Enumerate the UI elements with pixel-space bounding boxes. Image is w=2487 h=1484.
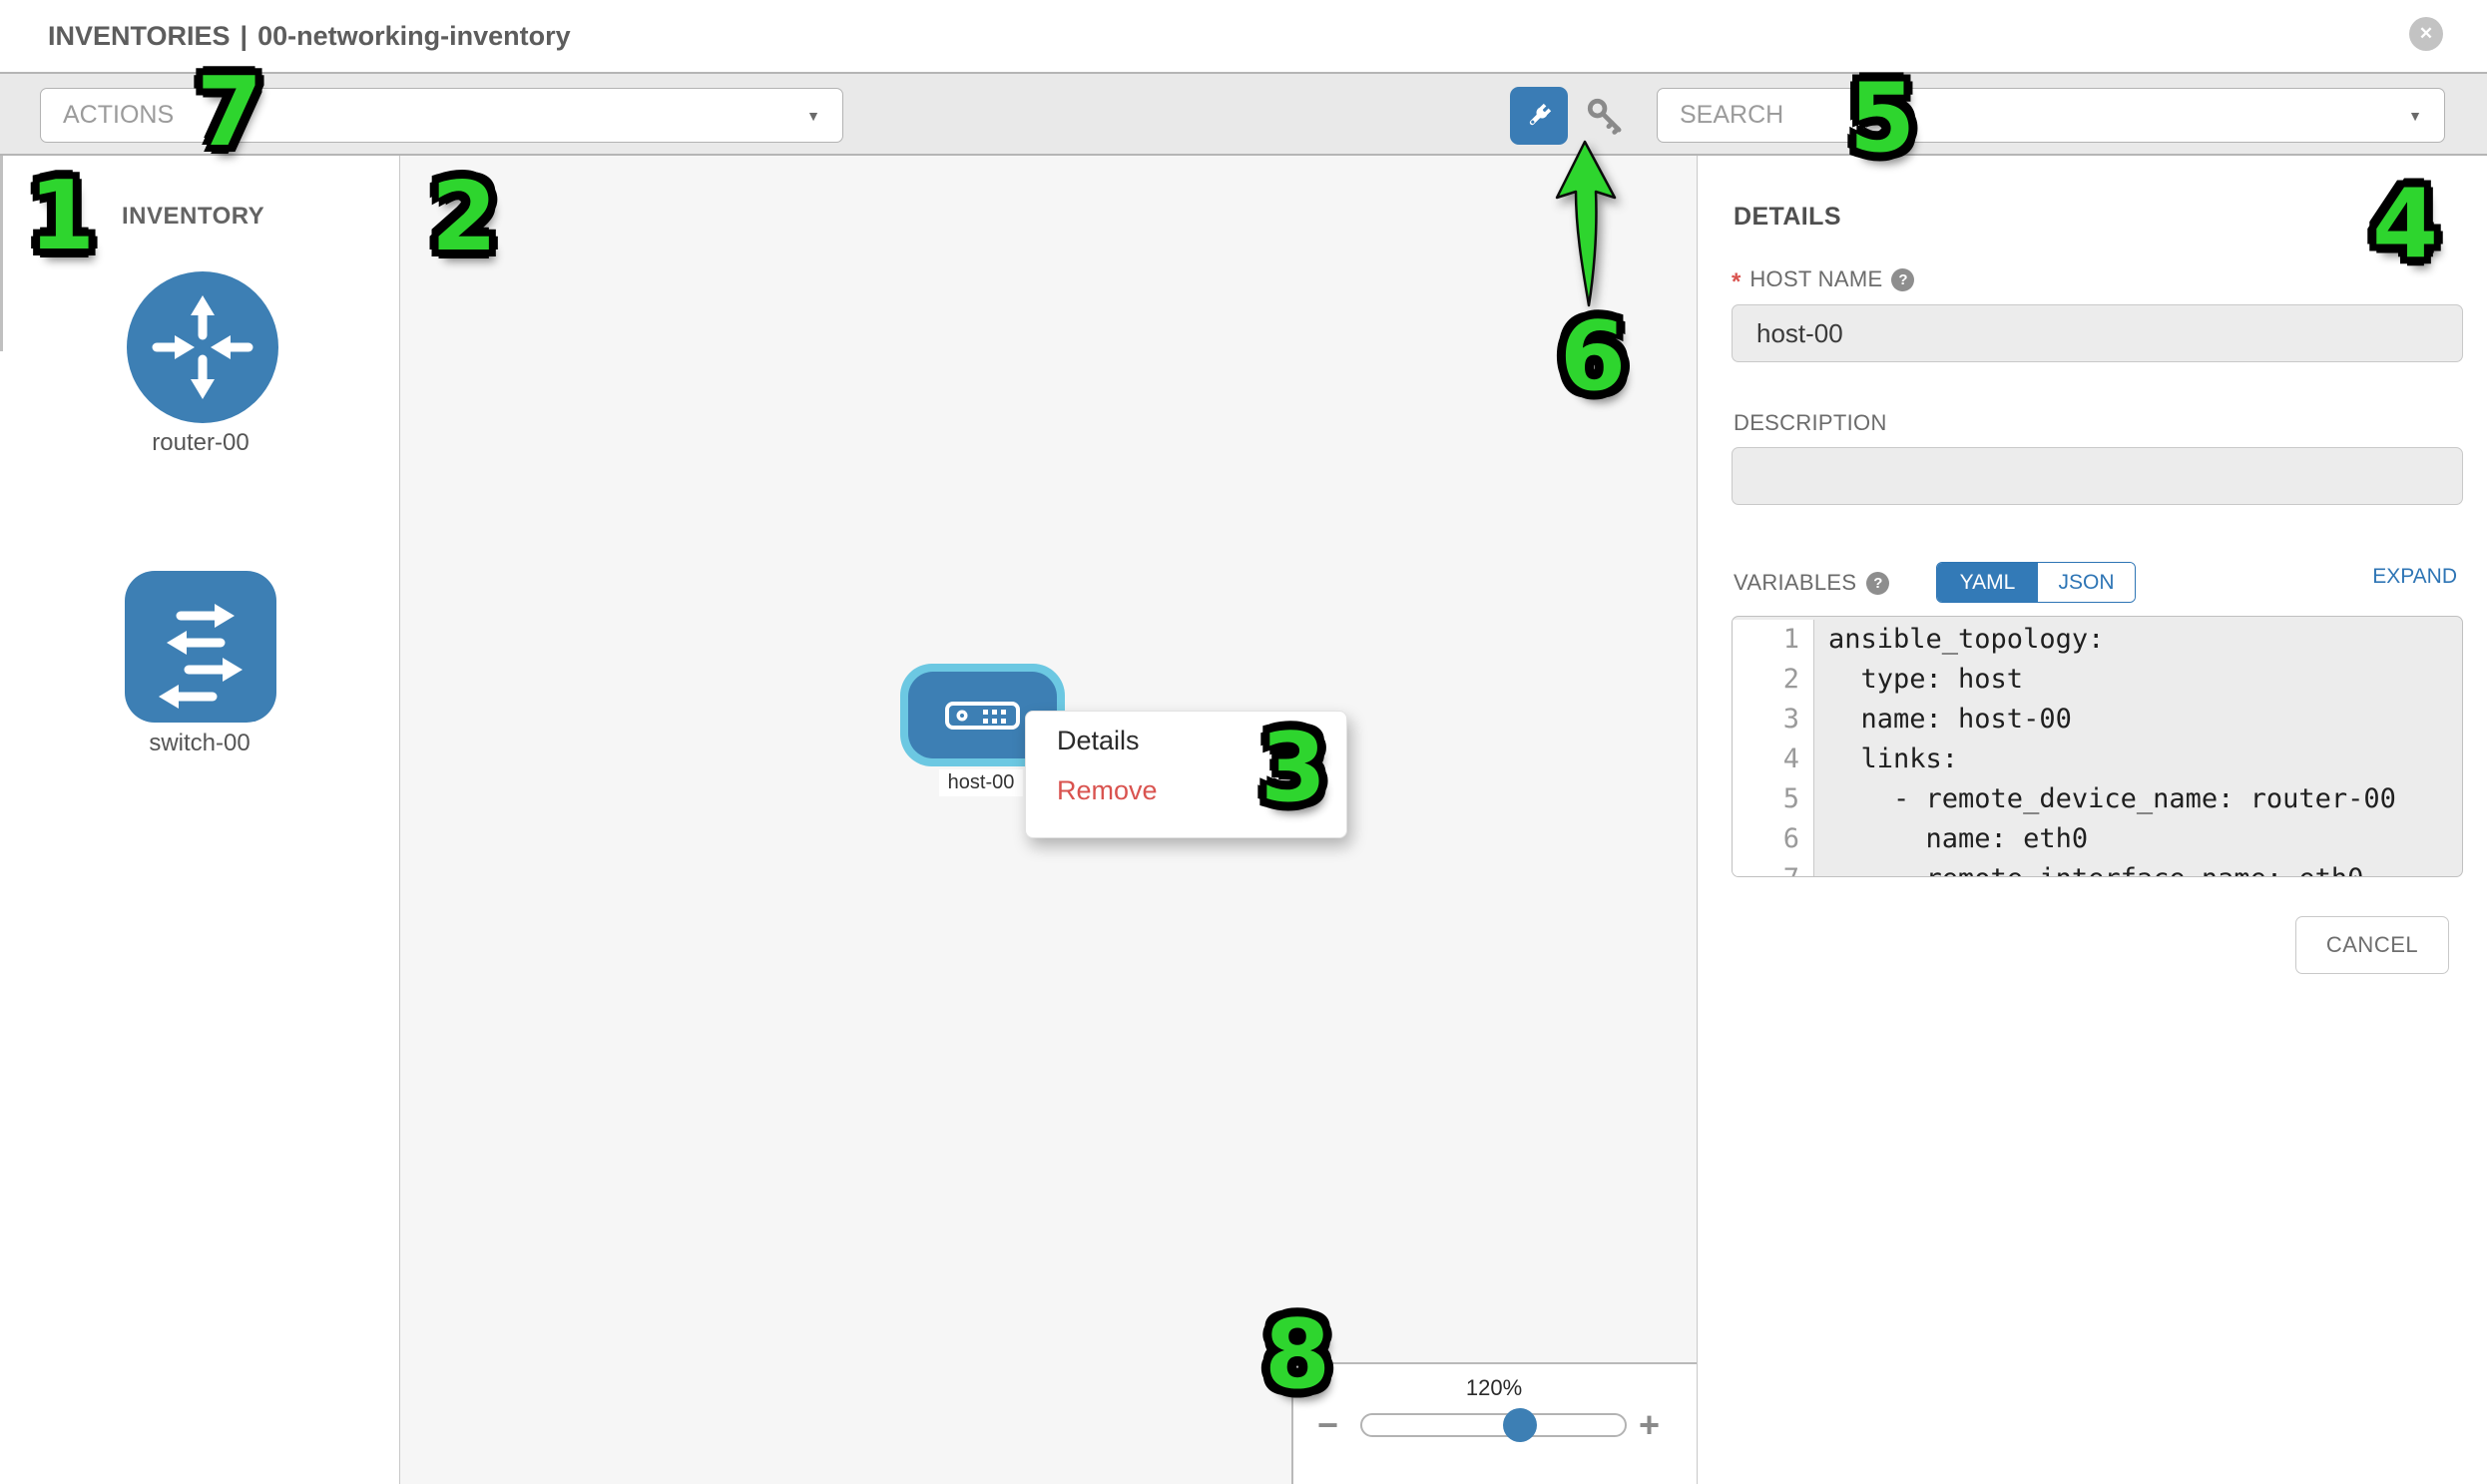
annotation-4: 4 <box>2372 170 2438 279</box>
code-line: 2 type: host <box>1733 660 2462 700</box>
wrench-icon <box>1523 100 1555 132</box>
annotation-1: 1 <box>29 162 95 271</box>
line-text: type: host <box>1814 660 2462 700</box>
zoom-slider-thumb[interactable] <box>1503 1408 1537 1442</box>
zoom-out-button[interactable]: − <box>1317 1407 1338 1443</box>
expand-link[interactable]: EXPAND <box>2236 565 2457 589</box>
actions-dropdown[interactable]: ACTIONS ▼ <box>40 88 843 143</box>
inventory-heading: INVENTORY <box>122 203 264 231</box>
sidebar-item-router[interactable] <box>127 271 278 428</box>
host-name-label-row: * HOST NAME ? <box>1732 265 1914 293</box>
close-icon: ✕ <box>2419 24 2433 44</box>
line-text: links: <box>1814 740 2462 779</box>
help-icon[interactable]: ? <box>1866 572 1889 595</box>
annotation-2: 2 <box>431 163 497 272</box>
code-line: 7 remote_interface_name: eth0 <box>1733 859 2462 877</box>
breadcrumb-section: INVENTORIES <box>48 21 231 52</box>
router-icon <box>127 271 278 423</box>
breadcrumb-item: 00-networking-inventory <box>257 21 571 52</box>
line-text: name: eth0 <box>1814 819 2462 859</box>
app-window: INVENTORIES | 00-networking-inventory ✕ … <box>0 0 2487 1484</box>
code-line: 4 links: <box>1733 740 2462 779</box>
line-number: 7 <box>1733 859 1814 877</box>
line-number: 4 <box>1733 740 1814 779</box>
variables-code-editor[interactable]: 1 ansible_topology: 2 type: host 3 name:… <box>1732 616 2463 877</box>
line-number: 1 <box>1733 620 1814 660</box>
sidebar-item-label: switch-00 <box>90 730 309 757</box>
line-number: 6 <box>1733 819 1814 859</box>
search-placeholder: SEARCH <box>1680 101 1783 130</box>
description-label: DESCRIPTION <box>1734 410 1887 436</box>
annotation-3: 3 <box>1260 714 1326 823</box>
line-number: 5 <box>1733 779 1814 819</box>
line-number: 2 <box>1733 660 1814 700</box>
actions-placeholder: ACTIONS <box>63 101 174 130</box>
help-icon[interactable]: ? <box>1891 268 1914 291</box>
line-text: remote_interface_name: eth0 <box>1814 859 2462 877</box>
variables-label-row: VARIABLES ? <box>1734 570 1889 596</box>
sidebar-edge-divider <box>0 156 3 351</box>
description-field[interactable] <box>1732 447 2463 505</box>
yaml-toggle-button[interactable]: YAML <box>1937 563 2038 602</box>
line-text: - remote_device_name: router-00 <box>1814 779 2462 819</box>
key-icon <box>1585 96 1627 138</box>
line-number: 3 <box>1733 700 1814 740</box>
header: INVENTORIES | 00-networking-inventory ✕ <box>0 0 2487 72</box>
search-dropdown[interactable]: SEARCH ▼ <box>1657 88 2445 143</box>
annotation-5: 5 <box>1849 64 1915 174</box>
annotation-7: 7 <box>197 58 262 168</box>
line-text: ansible_topology: <box>1814 620 2462 660</box>
host-name-label: HOST NAME <box>1749 266 1882 292</box>
credentials-button[interactable] <box>1582 93 1630 141</box>
chevron-down-icon: ▼ <box>806 108 820 124</box>
line-text: name: host-00 <box>1814 700 2462 740</box>
annotation-8: 8 <box>1264 1300 1330 1410</box>
host-server-icon <box>945 700 1020 732</box>
zoom-in-button[interactable]: + <box>1639 1407 1660 1443</box>
code-line: 3 name: host-00 <box>1733 700 2462 740</box>
switch-icon <box>125 571 276 723</box>
required-asterisk: * <box>1732 268 1741 296</box>
zoom-level-value: 120% <box>1291 1375 1697 1401</box>
sidebar-item-label: router-00 <box>91 429 310 457</box>
annotation-6: 6 <box>1560 302 1626 412</box>
variables-label: VARIABLES <box>1734 570 1856 596</box>
code-line: 5 - remote_device_name: router-00 <box>1733 779 2462 819</box>
node-label: host-00 <box>939 769 1023 796</box>
zoom-slider-track[interactable] <box>1360 1413 1627 1437</box>
breadcrumb: INVENTORIES | 00-networking-inventory <box>48 0 571 72</box>
code-line: 6 name: eth0 <box>1733 819 2462 859</box>
chevron-down-icon: ▼ <box>2408 108 2422 124</box>
code-line: 1 ansible_topology: <box>1733 620 2462 660</box>
cancel-button[interactable]: CANCEL <box>2295 916 2449 974</box>
close-button[interactable]: ✕ <box>2409 17 2443 51</box>
variables-format-toggle: YAML JSON <box>1936 562 2136 603</box>
json-toggle-button[interactable]: JSON <box>2038 563 2135 602</box>
sidebar-item-switch[interactable] <box>125 571 276 728</box>
annotation-arrow-up <box>1545 136 1635 315</box>
details-heading: DETAILS <box>1734 203 1841 232</box>
breadcrumb-divider: | <box>241 21 249 52</box>
host-name-field[interactable] <box>1732 304 2463 362</box>
